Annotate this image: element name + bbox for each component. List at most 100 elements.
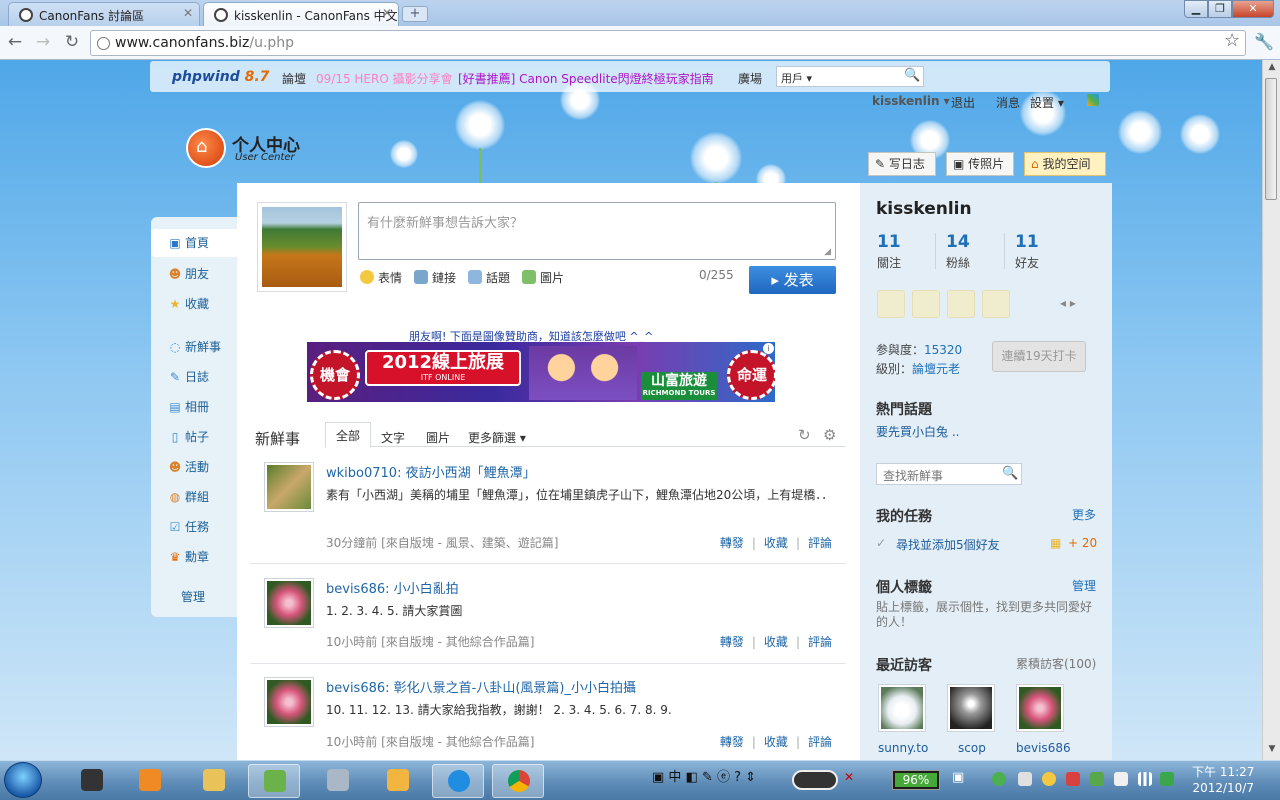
tab-text[interactable]: 文字 (381, 429, 405, 446)
stat-friends[interactable]: 11 好友 (1015, 232, 1075, 271)
minimize-window-button[interactable]: ▁ (1184, 0, 1208, 18)
forward-arrow-icon[interactable]: → (32, 31, 54, 53)
tab-image[interactable]: 圖片 (426, 429, 450, 446)
tray-shield-icon[interactable] (1090, 772, 1104, 786)
stat-fans[interactable]: 14 粉絲 (946, 232, 1006, 271)
image-tool-button[interactable]: 圖片 (522, 269, 564, 286)
taskbar-app-icon[interactable] (188, 764, 240, 798)
participation-value[interactable]: 15320 (924, 343, 962, 357)
comment-link[interactable]: 評論 (808, 735, 832, 749)
medal-slot-icon[interactable] (912, 290, 940, 318)
nav-plaza-link[interactable]: 廣場 (738, 70, 762, 87)
browser-tab-1[interactable]: CanonFans 討論區 ✕ (8, 2, 200, 26)
search-icon[interactable]: 🔍 (904, 68, 920, 83)
volume-muted-icon[interactable] (1018, 772, 1032, 786)
sidebar-item-tasks[interactable]: ☑ 任務 (167, 518, 209, 535)
taskbar-app-icon[interactable] (312, 764, 364, 798)
stat-following[interactable]: 11 關注 (877, 232, 937, 271)
link-tool-button[interactable]: 鏈接 (414, 269, 456, 286)
taskbar-app-icon[interactable] (492, 764, 544, 798)
taskbar-app-icon[interactable] (248, 764, 300, 798)
signal-strength-icon[interactable] (1138, 772, 1152, 786)
level-value[interactable]: 論壇元老 (912, 362, 960, 376)
feed-user-link[interactable]: bevis686 (326, 681, 385, 696)
taskbar-app-icon[interactable] (124, 764, 176, 798)
task-link[interactable]: 尋找並添加5個好友 (896, 536, 1000, 553)
favorite-link[interactable]: 收藏 (764, 735, 788, 749)
feed-user-link[interactable]: bevis686 (326, 582, 385, 597)
my-space-button[interactable]: ⌂ 我的空间 (1024, 152, 1106, 176)
gear-icon[interactable]: ⚙ (823, 426, 836, 444)
upload-photo-button[interactable]: ▣ 传照片 (946, 152, 1014, 176)
feed-topic-link[interactable]: 小小白亂拍 (394, 582, 459, 597)
battery-meter[interactable]: 96% (892, 770, 940, 790)
close-tab-icon[interactable]: ✕ (183, 6, 193, 20)
tray-close-icon[interactable]: ✕ (844, 770, 854, 784)
tags-manage-link[interactable]: 管理 (1072, 577, 1096, 594)
start-button-icon[interactable] (4, 762, 42, 798)
tray-widget-pill[interactable] (792, 770, 838, 790)
comment-link[interactable]: 評論 (808, 536, 832, 550)
taskbar-app-icon[interactable] (432, 764, 484, 798)
system-clock[interactable]: 下午 11:27 2012/10/7 (1192, 764, 1254, 796)
logout-link[interactable]: 退出 (951, 94, 975, 111)
medal-slot-icon[interactable] (947, 290, 975, 318)
favorite-link[interactable]: 收藏 (764, 635, 788, 649)
visitor-name[interactable]: scop (958, 741, 986, 755)
tray-app-icon[interactable] (992, 772, 1006, 786)
repost-link[interactable]: 轉發 (720, 635, 744, 649)
feed-thumbnail[interactable] (264, 677, 314, 727)
ime-indicator[interactable]: ▣ 中 ◧ ✎ ⓔ ? ⇕ (652, 766, 756, 785)
messages-link[interactable]: 消息 (996, 94, 1020, 111)
sidebar-item-news[interactable]: ◌ 新鮮事 (167, 338, 221, 355)
theme-color-icon[interactable] (1087, 94, 1099, 106)
phpwind-logo[interactable]: phpwind 8.7 (172, 69, 269, 85)
news-search-input[interactable]: 查找新鮮事 (876, 463, 1022, 485)
feed-topic-link[interactable]: 彰化八景之首-八卦山(風景篇)_小小白拍攝 (394, 681, 636, 696)
sidebar-item-diary[interactable]: ✎ 日誌 (167, 368, 209, 385)
reload-icon[interactable]: ↻ (61, 31, 83, 53)
comment-link[interactable]: 評論 (808, 635, 832, 649)
medal-carousel-arrows-icon[interactable]: ◂ ▸ (1060, 296, 1076, 310)
back-arrow-icon[interactable]: ← (4, 31, 26, 53)
publish-button[interactable]: ▸ 发表 (749, 266, 836, 294)
nav-hero-event-link[interactable]: 09/15 HERO 攝影分享會 (316, 70, 453, 87)
address-bar[interactable]: www.canonfans.biz/u.php (90, 30, 1246, 56)
tray-sync-icon[interactable] (1160, 772, 1174, 786)
page-info-icon[interactable] (97, 37, 110, 50)
tray-flag-icon[interactable] (1066, 772, 1080, 786)
sidebar-item-medals[interactable]: ♛ 勳章 (167, 548, 209, 565)
visitor-avatar[interactable] (878, 684, 926, 732)
browser-tab-2-active[interactable]: kisskenlin - CanonFans 中文 ✕ (203, 2, 399, 26)
topic-tool-button[interactable]: 話題 (468, 269, 510, 286)
new-tab-button[interactable]: + (402, 6, 428, 22)
taskbar-app-icon[interactable] (66, 764, 118, 798)
maximize-window-button[interactable]: ❐ (1208, 0, 1232, 18)
feed-topic-link[interactable]: 夜訪小西湖「鯉魚潭」 (406, 466, 536, 481)
nav-book-recommend-link[interactable]: [好書推薦] Canon Speedlite閃燈終極玩家指南 (458, 70, 714, 87)
checkin-button[interactable]: 連續19天打卡 (992, 341, 1086, 372)
emoji-tool-button[interactable]: 表情 (360, 269, 402, 286)
sidebar-item-friends[interactable]: ☻ 朋友 (167, 265, 209, 282)
travel-fair-ad-banner[interactable]: 機會 2012線上旅展 ITF ONLINE 山富旅遊 RICHMOND TOURS… (307, 342, 775, 402)
bookmark-star-icon[interactable]: ☆ (1224, 30, 1240, 51)
profile-name[interactable]: kisskenlin (876, 199, 972, 219)
visitor-avatar[interactable] (1016, 684, 1064, 732)
visitor-name[interactable]: bevis686 (1016, 741, 1071, 755)
ad-info-icon[interactable]: i (763, 343, 774, 354)
repost-link[interactable]: 轉發 (720, 735, 744, 749)
sidebar-item-groups[interactable]: ◍ 群組 (167, 488, 209, 505)
tray-device-icon[interactable] (1114, 772, 1128, 786)
feed-thumbnail[interactable] (264, 462, 314, 512)
taskbar-app-icon[interactable] (372, 764, 424, 798)
sidebar-item-favorites[interactable]: ★ 收藏 (167, 295, 209, 312)
medal-slot-icon[interactable] (877, 290, 905, 318)
sidebar-item-home[interactable]: ▣ 首頁 (151, 229, 237, 257)
close-window-button[interactable]: ✕ (1232, 0, 1274, 18)
sidebar-item-manage[interactable]: 管理 (181, 588, 205, 605)
settings-menu[interactable]: 設置 ▾ (1030, 94, 1064, 111)
visitor-avatar[interactable] (947, 684, 995, 732)
feed-thumbnail[interactable] (264, 578, 314, 628)
nav-forum-link[interactable]: 論壇 (282, 70, 306, 87)
feed-user-link[interactable]: wkibo0710 (326, 466, 397, 481)
